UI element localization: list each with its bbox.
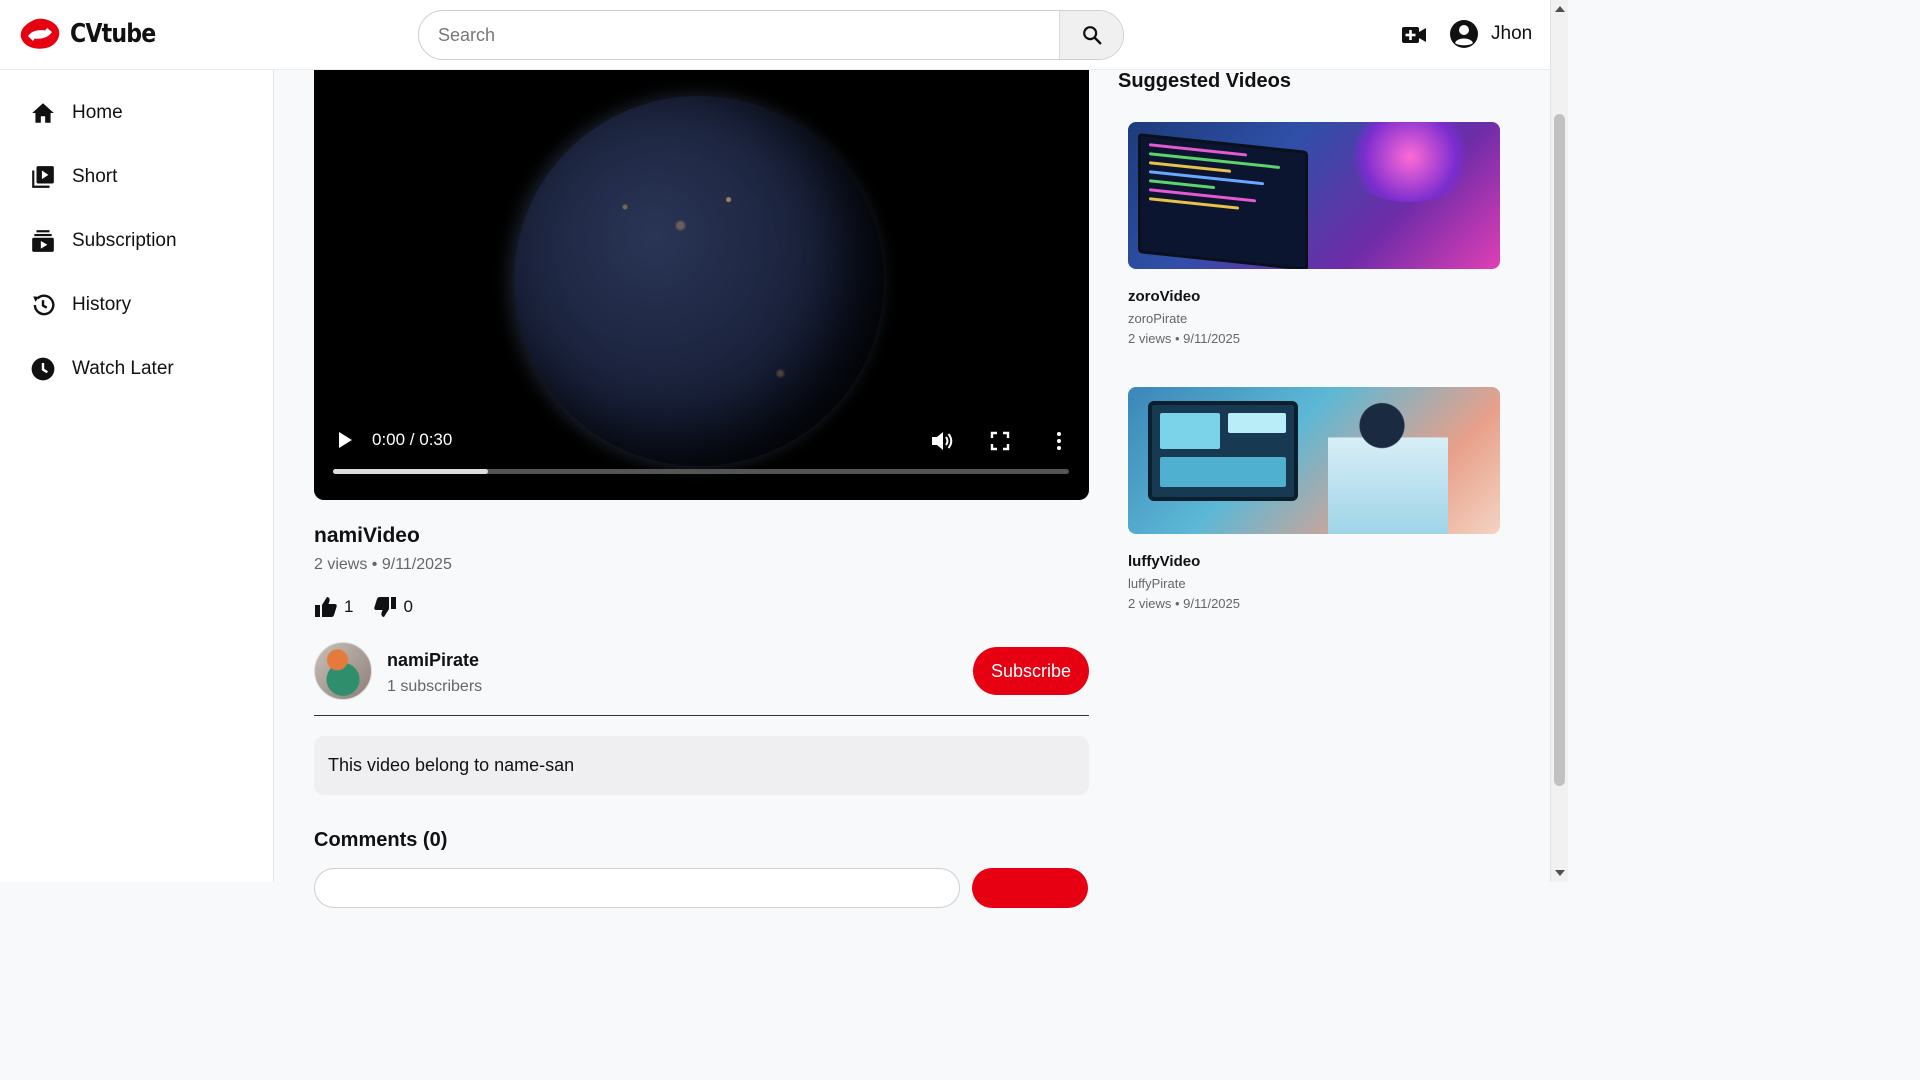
thumbs-up-icon — [315, 597, 337, 617]
more-options-icon[interactable] — [1054, 431, 1064, 451]
comment-input[interactable] — [314, 868, 960, 908]
suggested-video-channel: zoroPirate — [1128, 311, 1188, 326]
sidebar-item-label: Watch Later — [72, 358, 174, 379]
user-menu[interactable]: Jhon — [1449, 19, 1532, 49]
suggested-video-title[interactable]: luffyVideo — [1128, 553, 1500, 570]
user-name: Jhon — [1491, 23, 1533, 44]
scroll-thumb[interactable] — [1554, 114, 1565, 786]
user-avatar-icon — [1450, 20, 1478, 48]
home-icon — [32, 103, 54, 123]
suggested-video-title[interactable]: zoroVideo — [1128, 288, 1500, 305]
video-thumbnail[interactable] — [1128, 387, 1500, 534]
search-button[interactable] — [1059, 11, 1123, 59]
video-thumbnail[interactable] — [1128, 122, 1500, 269]
sidebar: Home Short Subscription History Watch La… — [0, 70, 274, 882]
video-player[interactable]: 0:00 / 0:30 — [314, 70, 1089, 500]
dislike-count: 0 — [403, 597, 413, 616]
thumbnail-art — [1138, 133, 1308, 269]
reactions: 1 0 — [314, 595, 413, 619]
thumbnail-art — [1328, 395, 1448, 534]
subscriptions-icon — [32, 230, 54, 252]
history-icon — [33, 294, 55, 316]
channel-name[interactable]: namiPirate — [387, 650, 479, 671]
suggested-title: Suggested Videos — [1118, 70, 1292, 92]
like-count: 1 — [344, 597, 354, 616]
sidebar-item-label: Home — [72, 102, 123, 123]
sidebar-item-history[interactable]: History — [0, 273, 273, 337]
sidebar-item-short[interactable]: Short — [0, 145, 273, 209]
search-bar — [418, 10, 1124, 60]
shorts-icon — [32, 166, 54, 188]
video-title: namiVideo — [314, 524, 420, 547]
suggested-video-card[interactable]: zoroVideo zoroPirate 2 views • 9/11/2025 — [1128, 122, 1500, 346]
thumbs-down-icon — [374, 597, 397, 617]
logo-icon — [20, 18, 60, 49]
progress-fill — [333, 469, 488, 474]
suggested-video-channel: luffyPirate — [1128, 576, 1186, 591]
video-frame-earth — [514, 96, 884, 466]
clock-icon — [31, 357, 55, 381]
sidebar-item-watch-later[interactable]: Watch Later — [0, 337, 273, 401]
fullscreen-icon[interactable] — [990, 431, 1010, 451]
volume-icon[interactable] — [930, 430, 954, 452]
logo-text: CVtube — [70, 19, 156, 49]
scroll-up-arrow-icon[interactable] — [1555, 6, 1565, 12]
play-icon[interactable] — [336, 430, 354, 450]
sidebar-item-label: Subscription — [72, 230, 177, 251]
suggested-video-card[interactable]: luffyVideo luffyPirate 2 views • 9/11/20… — [1128, 387, 1500, 611]
video-description: This video belong to name-san — [314, 736, 1089, 795]
comments-title: Comments (0) — [314, 829, 448, 851]
sidebar-item-label: Short — [72, 166, 118, 187]
thumbnail-art — [1148, 401, 1298, 501]
video-camera-add-icon — [1402, 27, 1426, 43]
create-video-button[interactable] — [1400, 23, 1428, 47]
video-meta: 2 views • 9/11/2025 — [314, 556, 452, 573]
suggested-video-meta: 2 views • 9/11/2025 — [1128, 331, 1240, 346]
channel-avatar[interactable] — [314, 642, 372, 700]
comment-submit-button[interactable] — [972, 868, 1088, 908]
subscribe-button[interactable]: Subscribe — [973, 647, 1089, 695]
like-button[interactable]: 1 — [314, 595, 353, 619]
suggested-video-meta: 2 views • 9/11/2025 — [1128, 596, 1240, 611]
dislike-button[interactable]: 0 — [373, 595, 413, 619]
sidebar-item-label: History — [72, 294, 132, 315]
scroll-down-arrow-icon[interactable] — [1555, 870, 1565, 876]
sidebar-item-subscription[interactable]: Subscription — [0, 209, 273, 273]
sidebar-item-home[interactable]: Home — [0, 81, 273, 145]
thumbnail-art — [1340, 122, 1480, 202]
time-display: 0:00 / 0:30 — [372, 430, 453, 449]
search-icon — [1082, 26, 1101, 45]
search-input[interactable] — [419, 11, 1059, 59]
progress-bar[interactable] — [333, 469, 1069, 474]
top-header: CVtube Jhon — [0, 0, 1550, 70]
logo[interactable]: CVtube — [18, 18, 170, 50]
channel-info: namiPirate 1 subscribers Subscribe — [314, 642, 1089, 716]
subscriber-count: 1 subscribers — [387, 678, 483, 695]
page-scrollbar[interactable] — [1550, 0, 1568, 882]
